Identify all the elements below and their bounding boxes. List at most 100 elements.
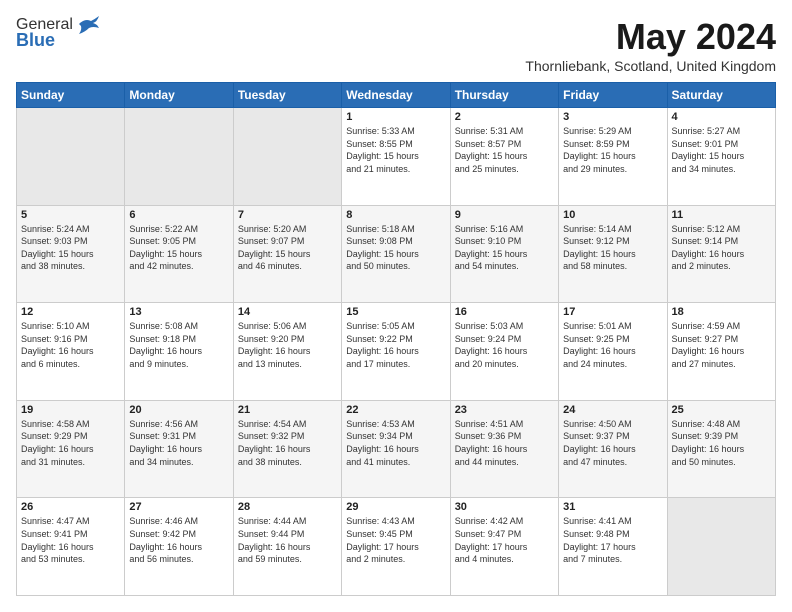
day-number: 13 [129,306,228,318]
day-number: 28 [238,501,337,513]
calendar-week-row: 5 Sunrise: 5:24 AM Sunset: 9:03 PM Daylig… [17,205,776,303]
day-detail: Sunrise: 4:59 AM Sunset: 9:27 PM Dayligh… [672,320,771,370]
day-number: 7 [238,209,337,221]
day-number: 25 [672,404,771,416]
calendar-day-20: 20Sunrise: 4:56 AM Sunset: 9:31 PM Dayli… [125,400,233,498]
day-detail: Sunrise: 4:42 AM Sunset: 9:47 PM Dayligh… [455,515,554,565]
calendar-day-18: 18Sunrise: 4:59 AM Sunset: 9:27 PM Dayli… [667,303,775,401]
calendar-empty-cell [125,108,233,206]
calendar-day-24: 24 Sunrise: 4:50 AM Sunset: 9:37 PM Dayli… [559,400,667,498]
calendar-day-7: 7 Sunrise: 5:20 AM Sunset: 9:07 PM Daylig… [233,205,341,303]
day-detail: Sunrise: 4:58 AM Sunset: 9:29 PM Dayligh… [21,418,120,468]
day-detail: Sunrise: 5:27 AM Sunset: 9:01 PM Dayligh… [672,125,771,175]
day-number: 15 [346,306,445,318]
calendar-day-15: 15 Sunrise: 5:05 AM Sunset: 9:22 PM Dayli… [342,303,450,401]
day-number: 11 [672,209,771,221]
calendar-week-row: 26 Sunrise: 4:47 AM Sunset: 9:41 PM Dayli… [17,498,776,596]
day-number: 4 [672,111,771,123]
day-header-sunday: Sunday [17,83,125,108]
calendar-day-16: 16 Sunrise: 5:03 AM Sunset: 9:24 PM Dayli… [450,303,558,401]
day-number: 1 [346,111,445,123]
day-header-friday: Friday [559,83,667,108]
day-number: 30 [455,501,554,513]
day-detail: Sunrise: 4:50 AM Sunset: 9:37 PM Dayligh… [563,418,662,468]
day-detail: Sunrise: 5:31 AM Sunset: 8:57 PM Dayligh… [455,125,554,175]
day-detail: Sunrise: 4:44 AM Sunset: 9:44 PM Dayligh… [238,515,337,565]
calendar-day-25: 25 Sunrise: 4:48 AM Sunset: 9:39 PM Dayli… [667,400,775,498]
calendar-day-22: 22 Sunrise: 4:53 AM Sunset: 9:34 PM Dayli… [342,400,450,498]
day-detail: Sunrise: 4:47 AM Sunset: 9:41 PM Dayligh… [21,515,120,565]
day-detail: Sunrise: 5:01 AM Sunset: 9:25 PM Dayligh… [563,320,662,370]
month-title: May 2024 [525,16,776,58]
calendar-day-27: 27 Sunrise: 4:46 AM Sunset: 9:42 PM Dayli… [125,498,233,596]
calendar-header-row: SundayMondayTuesdayWednesdayThursdayFrid… [17,83,776,108]
calendar-day-21: 21Sunrise: 4:54 AM Sunset: 9:32 PM Dayli… [233,400,341,498]
day-detail: Sunrise: 5:22 AM Sunset: 9:05 PM Dayligh… [129,223,228,273]
day-detail: Sunrise: 4:53 AM Sunset: 9:34 PM Dayligh… [346,418,445,468]
day-number: 14 [238,306,337,318]
title-block: May 2024 Thornliebank, Scotland, United … [525,16,776,74]
day-number: 27 [129,501,228,513]
day-detail: Sunrise: 4:46 AM Sunset: 9:42 PM Dayligh… [129,515,228,565]
page: General Blue May 2024 Thornliebank, Scot… [0,0,792,612]
day-number: 22 [346,404,445,416]
calendar-day-6: 6Sunrise: 5:22 AM Sunset: 9:05 PM Daylig… [125,205,233,303]
day-number: 21 [238,404,337,416]
calendar-empty-cell [17,108,125,206]
day-detail: Sunrise: 4:51 AM Sunset: 9:36 PM Dayligh… [455,418,554,468]
day-number: 5 [21,209,120,221]
day-number: 17 [563,306,662,318]
day-detail: Sunrise: 5:08 AM Sunset: 9:18 PM Dayligh… [129,320,228,370]
calendar-empty-cell [667,498,775,596]
logo-blue-text: Blue [16,30,55,51]
day-number: 2 [455,111,554,123]
header: General Blue May 2024 Thornliebank, Scot… [16,16,776,74]
logo: General Blue [16,16,99,51]
calendar-day-1: 1 Sunrise: 5:33 AM Sunset: 8:55 PM Daylig… [342,108,450,206]
day-header-wednesday: Wednesday [342,83,450,108]
calendar-day-5: 5 Sunrise: 5:24 AM Sunset: 9:03 PM Daylig… [17,205,125,303]
calendar-day-19: 19Sunrise: 4:58 AM Sunset: 9:29 PM Dayli… [17,400,125,498]
day-number: 23 [455,404,554,416]
day-header-saturday: Saturday [667,83,775,108]
day-detail: Sunrise: 4:41 AM Sunset: 9:48 PM Dayligh… [563,515,662,565]
calendar-day-9: 9 Sunrise: 5:16 AM Sunset: 9:10 PM Daylig… [450,205,558,303]
day-number: 8 [346,209,445,221]
day-detail: Sunrise: 5:10 AM Sunset: 9:16 PM Dayligh… [21,320,120,370]
day-header-tuesday: Tuesday [233,83,341,108]
calendar-day-29: 29Sunrise: 4:43 AM Sunset: 9:45 PM Dayli… [342,498,450,596]
calendar-day-4: 4 Sunrise: 5:27 AM Sunset: 9:01 PM Daylig… [667,108,775,206]
calendar-day-26: 26 Sunrise: 4:47 AM Sunset: 9:41 PM Dayli… [17,498,125,596]
calendar-day-10: 10 Sunrise: 5:14 AM Sunset: 9:12 PM Dayli… [559,205,667,303]
calendar-week-row: 1 Sunrise: 5:33 AM Sunset: 8:55 PM Daylig… [17,108,776,206]
calendar-day-23: 23 Sunrise: 4:51 AM Sunset: 9:36 PM Dayli… [450,400,558,498]
calendar-day-31: 31 Sunrise: 4:41 AM Sunset: 9:48 PM Dayli… [559,498,667,596]
day-detail: Sunrise: 5:33 AM Sunset: 8:55 PM Dayligh… [346,125,445,175]
day-number: 12 [21,306,120,318]
day-number: 9 [455,209,554,221]
day-detail: Sunrise: 5:05 AM Sunset: 9:22 PM Dayligh… [346,320,445,370]
logo-bird-icon [77,16,99,34]
calendar-week-row: 12 Sunrise: 5:10 AM Sunset: 9:16 PM Dayli… [17,303,776,401]
day-detail: Sunrise: 5:20 AM Sunset: 9:07 PM Dayligh… [238,223,337,273]
calendar-table: SundayMondayTuesdayWednesdayThursdayFrid… [16,82,776,596]
calendar-day-11: 11Sunrise: 5:12 AM Sunset: 9:14 PM Dayli… [667,205,775,303]
day-number: 3 [563,111,662,123]
day-detail: Sunrise: 5:03 AM Sunset: 9:24 PM Dayligh… [455,320,554,370]
calendar-day-8: 8 Sunrise: 5:18 AM Sunset: 9:08 PM Daylig… [342,205,450,303]
calendar-empty-cell [233,108,341,206]
day-detail: Sunrise: 4:48 AM Sunset: 9:39 PM Dayligh… [672,418,771,468]
day-detail: Sunrise: 5:14 AM Sunset: 9:12 PM Dayligh… [563,223,662,273]
day-number: 24 [563,404,662,416]
day-detail: Sunrise: 5:29 AM Sunset: 8:59 PM Dayligh… [563,125,662,175]
day-number: 16 [455,306,554,318]
day-number: 26 [21,501,120,513]
day-number: 31 [563,501,662,513]
calendar-day-17: 17 Sunrise: 5:01 AM Sunset: 9:25 PM Dayli… [559,303,667,401]
day-detail: Sunrise: 5:16 AM Sunset: 9:10 PM Dayligh… [455,223,554,273]
day-detail: Sunrise: 5:18 AM Sunset: 9:08 PM Dayligh… [346,223,445,273]
calendar-day-30: 30 Sunrise: 4:42 AM Sunset: 9:47 PM Dayli… [450,498,558,596]
day-number: 10 [563,209,662,221]
day-detail: Sunrise: 5:06 AM Sunset: 9:20 PM Dayligh… [238,320,337,370]
day-detail: Sunrise: 5:24 AM Sunset: 9:03 PM Dayligh… [21,223,120,273]
